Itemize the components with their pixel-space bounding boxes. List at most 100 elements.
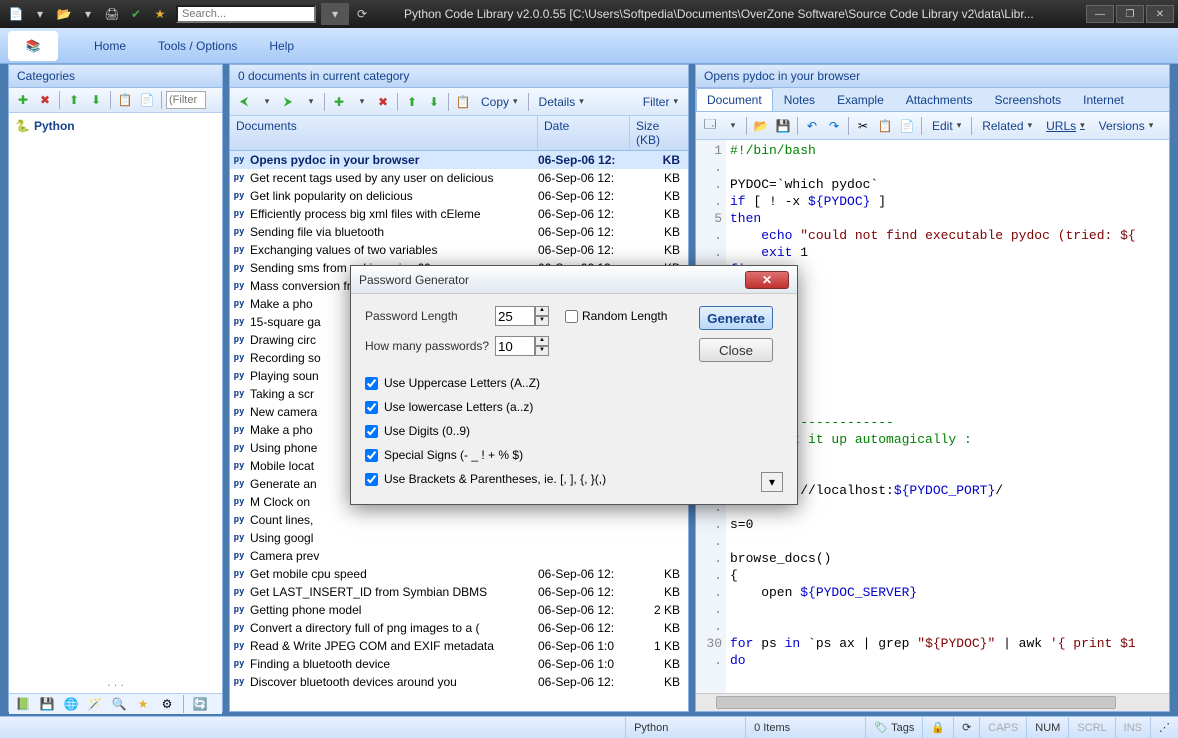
- document-row[interactable]: pyOpens pydoc in your browser06-Sep-06 1…: [230, 151, 688, 169]
- copy-icon[interactable]: 📋: [875, 116, 895, 136]
- spin-down[interactable]: ▼: [535, 316, 549, 326]
- document-row[interactable]: pyUsing googl: [230, 529, 688, 547]
- save-icon[interactable]: 💾: [773, 116, 793, 136]
- view-dd[interactable]: [722, 116, 742, 136]
- spin-up[interactable]: ▲: [535, 306, 549, 316]
- count-input[interactable]: [495, 336, 535, 356]
- refresh-icon[interactable]: ⟳: [953, 717, 979, 738]
- document-row[interactable]: pyGet link popularity on delicious06-Sep…: [230, 187, 688, 205]
- spin-up[interactable]: ▲: [535, 336, 549, 346]
- col-date[interactable]: Date: [538, 116, 630, 150]
- refresh-icon[interactable]: ⟳: [351, 3, 373, 25]
- down-icon[interactable]: ⬇: [424, 92, 444, 112]
- document-row[interactable]: pyGet LAST_INSERT_ID from Symbian DBMS06…: [230, 583, 688, 601]
- expand-button[interactable]: ▾: [761, 472, 783, 492]
- scroll-thumb[interactable]: [716, 696, 1116, 709]
- close-dialog-button[interactable]: Close: [699, 338, 773, 362]
- redo-icon[interactable]: ↷: [824, 116, 844, 136]
- delete-icon[interactable]: ✖: [35, 90, 55, 110]
- filter-button[interactable]: Filter: [637, 93, 684, 111]
- col-size[interactable]: Size (KB): [630, 116, 688, 150]
- book-icon[interactable]: 📗: [13, 694, 33, 714]
- tab-notes[interactable]: Notes: [773, 88, 826, 111]
- tab-internet[interactable]: Internet: [1072, 88, 1135, 111]
- open-icon[interactable]: 📂: [751, 116, 771, 136]
- copy-icon[interactable]: 📋: [115, 90, 135, 110]
- tab-screenshots[interactable]: Screenshots: [983, 88, 1072, 111]
- check-icon[interactable]: ✔: [125, 3, 147, 25]
- menu-help[interactable]: Help: [253, 36, 310, 56]
- category-filter[interactable]: [166, 91, 206, 109]
- maximize-button[interactable]: ❐: [1116, 5, 1144, 23]
- lock-icon[interactable]: 🔒: [922, 717, 953, 738]
- print-icon[interactable]: 🖨: [101, 3, 123, 25]
- document-row[interactable]: pyEfficiently process big xml files with…: [230, 205, 688, 223]
- option-check[interactable]: [365, 449, 378, 462]
- resize-grip[interactable]: ⋰: [1150, 717, 1178, 738]
- menu-home[interactable]: Home: [78, 36, 142, 56]
- view-icon[interactable]: 🗔: [700, 116, 720, 136]
- dialog-titlebar[interactable]: Password Generator ✕: [351, 266, 797, 294]
- delete-icon[interactable]: ✖: [373, 92, 393, 112]
- copy-button[interactable]: Copy: [475, 93, 524, 111]
- document-row[interactable]: pyCount lines,: [230, 511, 688, 529]
- wand-icon[interactable]: 🪄: [85, 694, 105, 714]
- document-row[interactable]: pyFinding a bluetooth device06-Sep-06 1:…: [230, 655, 688, 673]
- option-check[interactable]: [365, 473, 378, 486]
- paste-icon[interactable]: 📄: [137, 90, 157, 110]
- document-row[interactable]: pyExchanging values of two variables06-S…: [230, 241, 688, 259]
- up-icon[interactable]: ⬆: [64, 90, 84, 110]
- search-dropdown[interactable]: ▾: [321, 3, 349, 25]
- dropdown-icon[interactable]: ▾: [77, 3, 99, 25]
- back-dd[interactable]: [256, 92, 276, 112]
- add-icon[interactable]: ✚: [13, 90, 33, 110]
- tab-attachments[interactable]: Attachments: [895, 88, 984, 111]
- tab-document[interactable]: Document: [696, 88, 773, 111]
- random-length-check[interactable]: [565, 310, 578, 323]
- paste-icon[interactable]: 📄: [897, 116, 917, 136]
- add-icon[interactable]: ✚: [329, 92, 349, 112]
- close-button[interactable]: ✕: [1146, 5, 1174, 23]
- down-icon[interactable]: ⬇: [86, 90, 106, 110]
- tree-item-python[interactable]: 🐍 Python: [13, 117, 218, 135]
- related-button[interactable]: Related: [976, 117, 1038, 135]
- document-row[interactable]: pyGetting phone model06-Sep-06 12:2 KB: [230, 601, 688, 619]
- search-icon[interactable]: 🔍: [109, 694, 129, 714]
- length-input[interactable]: [495, 306, 535, 326]
- minimize-button[interactable]: —: [1086, 5, 1114, 23]
- option-check[interactable]: [365, 401, 378, 414]
- dropdown-icon[interactable]: ▾: [29, 3, 51, 25]
- star-icon[interactable]: ★: [133, 694, 153, 714]
- star-icon[interactable]: ★: [149, 3, 171, 25]
- globe-icon[interactable]: 🌐: [61, 694, 81, 714]
- cut-icon[interactable]: ✂: [853, 116, 873, 136]
- document-row[interactable]: pyDiscover bluetooth devices around you0…: [230, 673, 688, 691]
- spin-down[interactable]: ▼: [535, 346, 549, 356]
- col-name[interactable]: Documents: [230, 116, 538, 150]
- urls-button[interactable]: URLs: [1040, 117, 1091, 135]
- copy-icon[interactable]: 📋: [453, 92, 473, 112]
- menu-tools[interactable]: Tools / Options: [142, 36, 253, 56]
- details-button[interactable]: Details: [533, 93, 590, 111]
- fwd-icon[interactable]: ⮞: [278, 92, 298, 112]
- h-scrollbar[interactable]: [696, 693, 1169, 711]
- new-icon[interactable]: 📄: [5, 3, 27, 25]
- open-icon[interactable]: 📂: [53, 3, 75, 25]
- generate-button[interactable]: Generate: [699, 306, 773, 330]
- versions-button[interactable]: Versions: [1093, 117, 1160, 135]
- fwd-dd[interactable]: [300, 92, 320, 112]
- document-row[interactable]: pyCamera prev: [230, 547, 688, 565]
- document-row[interactable]: pyGet mobile cpu speed06-Sep-06 12:KB: [230, 565, 688, 583]
- disk-icon[interactable]: 💾: [37, 694, 57, 714]
- option-check[interactable]: [365, 377, 378, 390]
- search-input[interactable]: [176, 5, 316, 23]
- back-icon[interactable]: ⮜: [234, 92, 254, 112]
- sync-icon[interactable]: 🔄: [190, 694, 210, 714]
- up-icon[interactable]: ⬆: [402, 92, 422, 112]
- undo-icon[interactable]: ↶: [802, 116, 822, 136]
- option-check[interactable]: [365, 425, 378, 438]
- document-row[interactable]: pyRead & Write JPEG COM and EXIF metadat…: [230, 637, 688, 655]
- tab-example[interactable]: Example: [826, 88, 895, 111]
- status-tags[interactable]: 🏷 Tags: [865, 717, 922, 738]
- document-row[interactable]: pyGet recent tags used by any user on de…: [230, 169, 688, 187]
